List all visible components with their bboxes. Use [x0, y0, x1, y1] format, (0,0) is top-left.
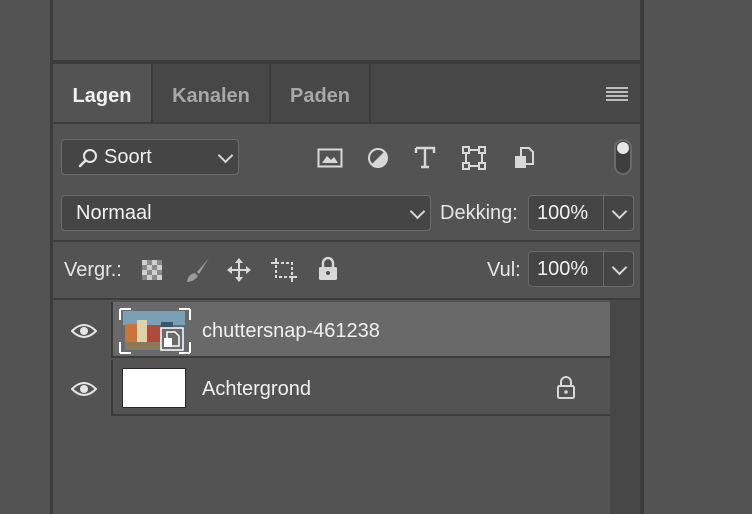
panel-tab-bar: Lagen Kanalen Paden	[53, 62, 640, 124]
fill-slider-button[interactable]	[603, 251, 634, 287]
blend-mode-value: Normaal	[76, 202, 152, 224]
fill-field[interactable]: 100%	[528, 251, 604, 287]
fill-value: 100%	[537, 258, 589, 280]
tab-layers[interactable]: Lagen	[53, 64, 153, 124]
smart-object-filter-icon[interactable]	[513, 146, 535, 170]
lock-image-icon[interactable]	[185, 256, 211, 284]
visibility-toggle[interactable]	[53, 360, 113, 416]
layer-thumbnail	[122, 368, 186, 408]
visibility-toggle[interactable]	[53, 302, 113, 358]
chevron-down-icon	[217, 147, 234, 164]
opacity-label: Dekking:	[440, 202, 518, 224]
blend-divider	[53, 240, 640, 242]
layer-name: Achtergrond	[202, 378, 311, 400]
layer-lock-icon	[557, 376, 575, 399]
filter-kind-label: Soort	[104, 146, 152, 168]
adjustment-filter-icon[interactable]	[367, 147, 389, 169]
opacity-value: 100%	[537, 202, 589, 224]
lock-artboard-icon[interactable]	[270, 257, 298, 283]
tab-paths[interactable]: Paden	[271, 64, 371, 124]
chevron-down-icon	[409, 203, 426, 220]
eye-icon	[71, 382, 97, 396]
image-filter-icon[interactable]	[317, 147, 343, 169]
type-filter-icon[interactable]	[414, 146, 436, 170]
layer-row[interactable]: chuttersnap-461238	[53, 302, 610, 358]
lock-label: Vergr.:	[64, 259, 122, 281]
opacity-slider-button[interactable]	[603, 195, 634, 231]
layer-row[interactable]: Achtergrond	[53, 360, 610, 416]
eye-icon	[71, 324, 97, 338]
search-icon	[78, 149, 97, 168]
right-gutter	[644, 0, 752, 514]
panel-menu-icon[interactable]	[606, 87, 628, 103]
opacity-field[interactable]: 100%	[528, 195, 604, 231]
fill-label: Vul:	[487, 259, 521, 281]
lock-position-icon[interactable]	[227, 258, 251, 282]
lock-all-icon[interactable]	[318, 257, 338, 281]
shape-filter-icon[interactable]	[462, 146, 486, 170]
filter-kind-dropdown[interactable]: Soort	[61, 139, 239, 175]
upper-panel	[53, 0, 640, 62]
tabbar-divider	[53, 122, 640, 124]
blend-mode-dropdown[interactable]: Normaal	[61, 195, 431, 231]
lock-transparent-icon[interactable]	[141, 259, 163, 281]
chevron-down-icon	[611, 203, 628, 220]
filter-toggle-switch[interactable]	[614, 139, 632, 175]
layer-thumbnail	[119, 308, 191, 354]
toggle-knob	[617, 142, 629, 154]
tab-channels[interactable]: Kanalen	[153, 64, 271, 124]
chevron-down-icon	[611, 259, 628, 276]
layers-scrollbar[interactable]	[610, 300, 640, 514]
left-gutter	[0, 0, 50, 514]
layer-name: chuttersnap-461238	[202, 320, 380, 342]
